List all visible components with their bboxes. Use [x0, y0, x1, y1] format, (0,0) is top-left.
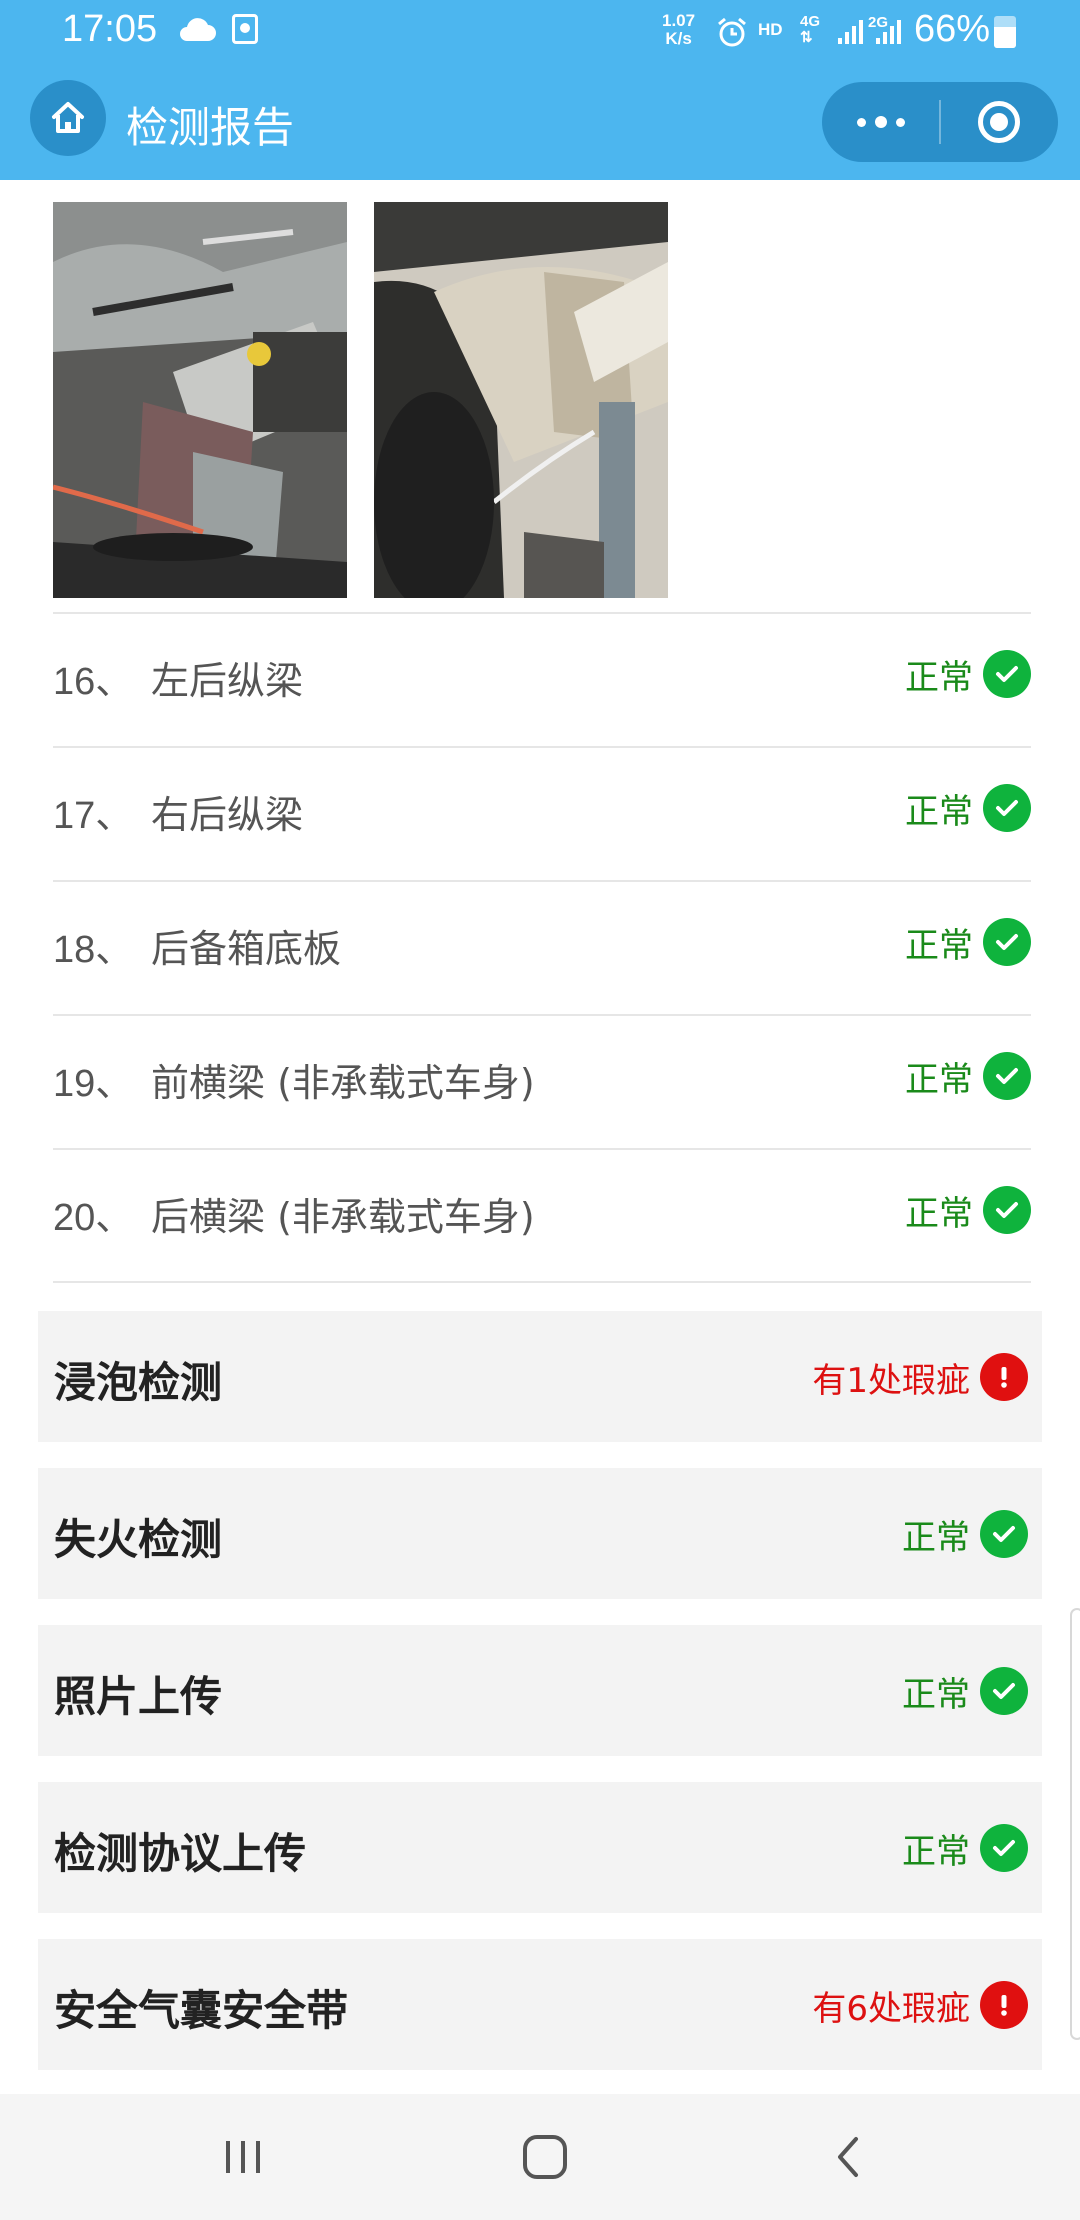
item-number: 18、 — [53, 929, 134, 971]
section-title: 安全气囊安全带 — [54, 1986, 349, 2035]
clock: 17:05 — [62, 8, 158, 50]
section-airbag-seatbelt[interactable]: 安全气囊安全带 有6处瑕疵 — [38, 1939, 1042, 2070]
home-button[interactable] — [30, 80, 106, 156]
status-badge: 正常 — [905, 1046, 1031, 1106]
system-nav-bar — [0, 2094, 1080, 2220]
section-photo-upload[interactable]: 照片上传 正常 — [38, 1625, 1042, 1756]
home-nav-button[interactable] — [485, 2094, 605, 2220]
warning-icon — [980, 1981, 1028, 2029]
item-name: 后备箱底板 — [151, 927, 342, 971]
undercarriage-photo-2 — [374, 202, 668, 598]
speed-unit: K/s — [665, 29, 692, 48]
signal-2g-icon — [876, 20, 901, 44]
item-name: 左后纵梁 — [151, 659, 304, 703]
top-bar: 17:05 1.07 K/s HD 4G ⇅ 2G 66% 检测报告 — [0, 0, 1080, 180]
battery-icon — [994, 16, 1016, 48]
status-badge: 正常 — [902, 1661, 1028, 1721]
list-item[interactable]: 19、 前横梁 (非承载式车身) 正常 — [53, 1014, 1031, 1147]
item-name: 右后纵梁 — [151, 793, 304, 837]
back-icon — [838, 2137, 858, 2177]
status-badge: 有6处瑕疵 — [812, 1975, 1028, 2035]
status-text: 正常 — [902, 1674, 970, 1715]
alarm-icon — [718, 17, 746, 47]
back-button[interactable] — [788, 2094, 908, 2220]
item-number: 19、 — [53, 1063, 134, 1105]
status-text: 正常 — [905, 1059, 973, 1100]
section-title: 失火检测 — [54, 1515, 223, 1564]
section-title: 照片上传 — [54, 1672, 223, 1721]
status-text: 有1处瑕疵 — [812, 1360, 970, 1401]
scrollbar[interactable] — [1070, 1608, 1080, 2040]
status-text: 正常 — [905, 925, 973, 966]
item-name: 后横梁 (非承载式车身) — [151, 1195, 535, 1239]
page-title: 检测报告 — [126, 103, 295, 152]
check-icon — [983, 784, 1031, 832]
more-button[interactable] — [822, 82, 940, 162]
item-number: 17、 — [53, 795, 134, 837]
status-text: 正常 — [902, 1517, 970, 1558]
section-soak-check[interactable]: 浸泡检测 有1处瑕疵 — [38, 1311, 1042, 1442]
status-badge: 有1处瑕疵 — [812, 1347, 1028, 1407]
list-item[interactable]: 18、 后备箱底板 正常 — [53, 880, 1031, 1013]
home-circle-icon — [523, 2135, 567, 2179]
check-icon — [983, 650, 1031, 698]
inspection-photo[interactable] — [53, 202, 347, 598]
network-4g: 4G ⇅ — [800, 14, 820, 46]
list-item[interactable]: 20、 后横梁 (非承载式车身) 正常 — [53, 1148, 1031, 1281]
status-text: 正常 — [905, 657, 973, 698]
signal-icon — [838, 20, 863, 44]
recent-apps-button[interactable] — [183, 2094, 303, 2220]
status-text: 正常 — [905, 1193, 973, 1234]
check-icon — [983, 1186, 1031, 1234]
notification-icon — [232, 14, 258, 44]
miniprogram-capsule — [822, 82, 1058, 162]
section-title: 浸泡检测 — [54, 1358, 223, 1407]
warning-icon — [980, 1353, 1028, 1401]
check-icon — [980, 1667, 1028, 1715]
status-badge: 正常 — [905, 778, 1031, 838]
network-speed: 1.07 K/s — [662, 12, 695, 48]
status-badge: 正常 — [902, 1818, 1028, 1878]
status-badge: 正常 — [905, 912, 1031, 972]
check-icon — [980, 1510, 1028, 1558]
item-number: 20、 — [53, 1197, 134, 1239]
cloud-icon — [180, 18, 216, 41]
undercarriage-photo-1 — [53, 202, 347, 598]
item-name: 前横梁 (非承载式车身) — [151, 1061, 535, 1105]
close-miniprogram-button[interactable] — [940, 82, 1058, 162]
battery-percent: 66% — [914, 8, 991, 50]
more-icon-dot — [875, 116, 887, 128]
status-text: 正常 — [905, 791, 973, 832]
close-miniprogram-icon — [978, 101, 1020, 143]
status-badge: 正常 — [905, 1180, 1031, 1240]
check-icon — [980, 1824, 1028, 1872]
network-4g-label: 4G — [800, 13, 821, 30]
divider — [53, 1281, 1031, 1283]
status-text: 正常 — [902, 1831, 970, 1872]
section-agreement-upload[interactable]: 检测协议上传 正常 — [38, 1782, 1042, 1913]
speed-value: 1.07 — [662, 11, 696, 30]
hd-indicator: HD — [758, 20, 783, 39]
more-icon-dot — [896, 117, 905, 127]
section-fire-check[interactable]: 失火检测 正常 — [38, 1468, 1042, 1599]
recent-apps-icon — [226, 2141, 260, 2173]
section-title: 检测协议上传 — [54, 1829, 307, 1878]
check-icon — [983, 1052, 1031, 1100]
status-bar: 17:05 1.07 K/s HD 4G ⇅ 2G 66% — [0, 0, 1080, 68]
inspection-photo[interactable] — [374, 202, 668, 598]
list-item[interactable]: 16、 左后纵梁 正常 — [53, 612, 1031, 745]
home-icon — [52, 102, 84, 133]
status-badge: 正常 — [902, 1504, 1028, 1564]
battery-fill — [994, 26, 1016, 48]
more-icon-dot — [857, 117, 866, 127]
network-arrows: ⇅ — [800, 29, 813, 46]
list-item[interactable]: 17、 右后纵梁 正常 — [53, 746, 1031, 879]
status-text: 有6处瑕疵 — [812, 1988, 970, 2029]
status-badge: 正常 — [905, 644, 1031, 704]
item-number: 16、 — [53, 661, 134, 703]
check-icon — [983, 918, 1031, 966]
